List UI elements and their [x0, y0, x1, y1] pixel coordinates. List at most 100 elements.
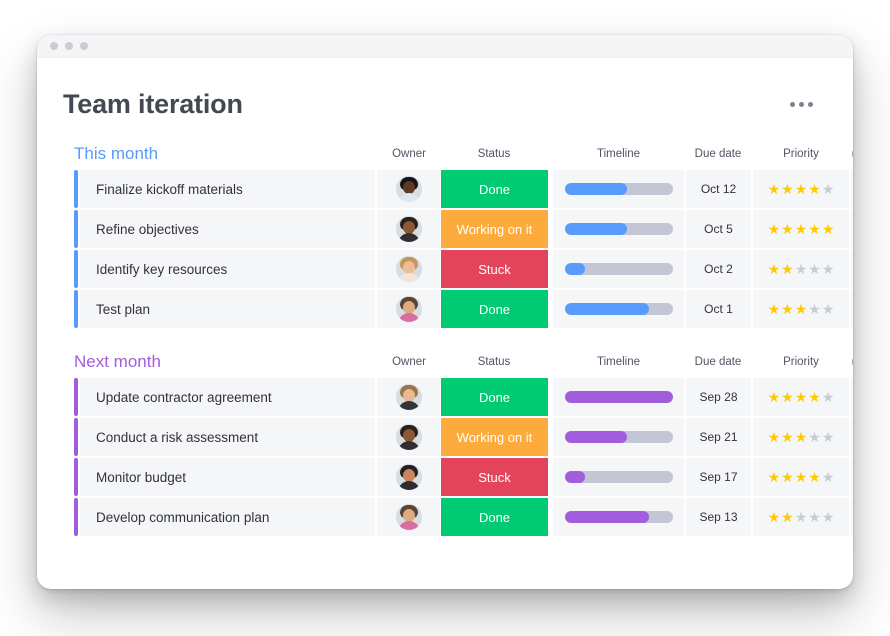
- owner-cell[interactable]: [377, 210, 440, 248]
- due-date-cell[interactable]: Sep 28: [686, 378, 751, 416]
- star-icon[interactable]: ★: [808, 222, 821, 236]
- column-header-owner[interactable]: Owner: [377, 356, 441, 368]
- column-header-owner[interactable]: Owner: [377, 148, 441, 160]
- due-date-cell[interactable]: Oct 5: [686, 210, 751, 248]
- status-badge[interactable]: Working on it: [441, 418, 548, 456]
- task-name-cell[interactable]: Conduct a risk assessment: [80, 418, 375, 456]
- task-name-cell[interactable]: Refine objectives: [80, 210, 375, 248]
- priority-cell[interactable]: ★ ★ ★ ★ ★: [753, 418, 849, 456]
- star-icon[interactable]: ★: [795, 510, 808, 524]
- star-icon[interactable]: ★: [781, 390, 794, 404]
- star-icon[interactable]: ★: [781, 222, 794, 236]
- timeline-cell[interactable]: [553, 458, 684, 496]
- window-dot-close[interactable]: [50, 42, 58, 50]
- priority-cell[interactable]: ★ ★ ★ ★ ★: [753, 498, 849, 536]
- status-badge[interactable]: Done: [441, 290, 548, 328]
- task-name-cell[interactable]: Monitor budget: [80, 458, 375, 496]
- star-icon[interactable]: ★: [822, 262, 835, 276]
- star-icon[interactable]: ★: [808, 430, 821, 444]
- window-dot-maximize[interactable]: [80, 42, 88, 50]
- due-date-cell[interactable]: Sep 13: [686, 498, 751, 536]
- star-icon[interactable]: ★: [781, 302, 794, 316]
- column-header-due-date[interactable]: Due date: [686, 148, 750, 160]
- priority-cell[interactable]: ★ ★ ★ ★ ★: [753, 378, 849, 416]
- star-icon[interactable]: ★: [781, 470, 794, 484]
- timeline-cell[interactable]: [553, 170, 684, 208]
- owner-cell[interactable]: [377, 378, 440, 416]
- due-date-cell[interactable]: Sep 17: [686, 458, 751, 496]
- star-icon[interactable]: ★: [822, 510, 835, 524]
- star-icon[interactable]: ★: [795, 182, 808, 196]
- star-icon[interactable]: ★: [768, 222, 781, 236]
- priority-cell[interactable]: ★ ★ ★ ★ ★: [753, 290, 849, 328]
- status-badge[interactable]: Done: [441, 498, 548, 536]
- star-icon[interactable]: ★: [822, 222, 835, 236]
- table-row[interactable]: Update contractor agreement Done Sep 28 ★ ★ ★…: [63, 378, 853, 416]
- group-title[interactable]: Next month: [74, 352, 161, 372]
- star-icon[interactable]: ★: [822, 302, 835, 316]
- table-row[interactable]: Monitor budget Stuck Sep 17 ★ ★ ★ ★ ★: [63, 458, 853, 496]
- column-header-status[interactable]: Status: [440, 356, 548, 368]
- task-name-cell[interactable]: Develop communication plan: [80, 498, 375, 536]
- owner-cell[interactable]: [377, 458, 440, 496]
- owner-cell[interactable]: [377, 418, 440, 456]
- star-icon[interactable]: ★: [808, 470, 821, 484]
- star-icon[interactable]: ★: [768, 262, 781, 276]
- timeline-cell[interactable]: [553, 498, 684, 536]
- star-icon[interactable]: ★: [808, 182, 821, 196]
- timeline-cell[interactable]: [553, 210, 684, 248]
- star-icon[interactable]: ★: [808, 510, 821, 524]
- priority-cell[interactable]: ★ ★ ★ ★ ★: [753, 250, 849, 288]
- star-icon[interactable]: ★: [768, 430, 781, 444]
- table-row[interactable]: Conduct a risk assessment Working on it Se…: [63, 418, 853, 456]
- star-icon[interactable]: ★: [768, 302, 781, 316]
- due-date-cell[interactable]: Oct 2: [686, 250, 751, 288]
- star-icon[interactable]: ★: [795, 470, 808, 484]
- owner-cell[interactable]: [377, 250, 440, 288]
- star-icon[interactable]: ★: [822, 182, 835, 196]
- star-icon[interactable]: ★: [795, 302, 808, 316]
- window-dot-minimize[interactable]: [65, 42, 73, 50]
- task-name-cell[interactable]: Finalize kickoff materials: [80, 170, 375, 208]
- star-icon[interactable]: ★: [795, 390, 808, 404]
- column-header-timeline[interactable]: Timeline: [553, 356, 684, 368]
- status-badge[interactable]: Done: [441, 378, 548, 416]
- status-badge[interactable]: Done: [441, 170, 548, 208]
- star-icon[interactable]: ★: [781, 430, 794, 444]
- add-column-icon[interactable]: [852, 146, 853, 162]
- add-column-icon[interactable]: [852, 354, 853, 370]
- star-icon[interactable]: ★: [781, 510, 794, 524]
- star-icon[interactable]: ★: [781, 262, 794, 276]
- star-icon[interactable]: ★: [822, 390, 835, 404]
- due-date-cell[interactable]: Sep 21: [686, 418, 751, 456]
- star-icon[interactable]: ★: [768, 390, 781, 404]
- task-name-cell[interactable]: Identify key resources: [80, 250, 375, 288]
- star-icon[interactable]: ★: [768, 510, 781, 524]
- timeline-cell[interactable]: [553, 418, 684, 456]
- timeline-cell[interactable]: [553, 250, 684, 288]
- kebab-menu-icon[interactable]: [788, 96, 815, 113]
- column-header-timeline[interactable]: Timeline: [553, 148, 684, 160]
- star-icon[interactable]: ★: [822, 470, 835, 484]
- star-icon[interactable]: ★: [808, 302, 821, 316]
- column-header-due-date[interactable]: Due date: [686, 356, 750, 368]
- table-row[interactable]: Finalize kickoff materials Done Oct 12 ★ ★ ★ ★…: [63, 170, 853, 208]
- due-date-cell[interactable]: Oct 1: [686, 290, 751, 328]
- status-badge[interactable]: Stuck: [441, 458, 548, 496]
- star-icon[interactable]: ★: [768, 470, 781, 484]
- star-icon[interactable]: ★: [822, 430, 835, 444]
- star-icon[interactable]: ★: [768, 182, 781, 196]
- star-icon[interactable]: ★: [795, 262, 808, 276]
- table-row[interactable]: Refine objectives Working on it Oct 5 ★ ★ ★ ★ ★: [63, 210, 853, 248]
- owner-cell[interactable]: [377, 290, 440, 328]
- priority-cell[interactable]: ★ ★ ★ ★ ★: [753, 458, 849, 496]
- star-icon[interactable]: ★: [795, 222, 808, 236]
- status-badge[interactable]: Working on it: [441, 210, 548, 248]
- star-icon[interactable]: ★: [808, 390, 821, 404]
- status-badge[interactable]: Stuck: [441, 250, 548, 288]
- star-icon[interactable]: ★: [781, 182, 794, 196]
- priority-cell[interactable]: ★ ★ ★ ★ ★: [753, 210, 849, 248]
- owner-cell[interactable]: [377, 170, 440, 208]
- group-title[interactable]: This month: [74, 144, 158, 164]
- priority-cell[interactable]: ★ ★ ★ ★ ★: [753, 170, 849, 208]
